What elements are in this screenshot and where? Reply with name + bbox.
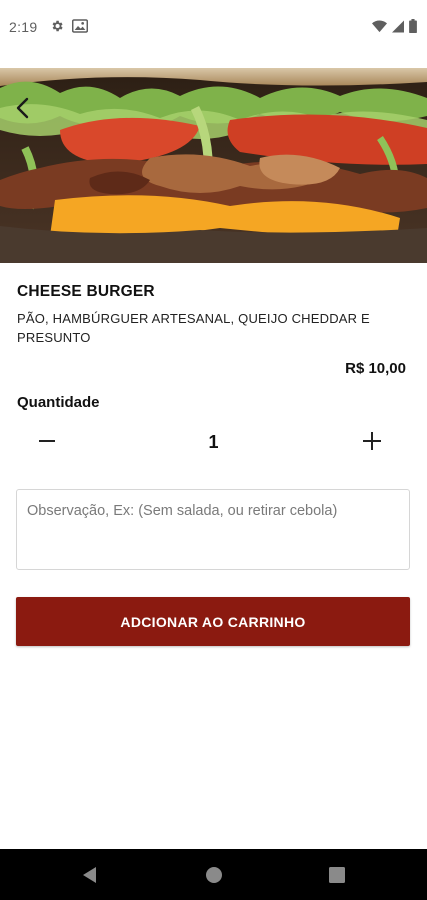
product-description: PÃO, HAMBÚRGUER ARTESANAL, QUEIJO CHEDDA…	[17, 311, 370, 345]
add-to-cart-button[interactable]: ADCIONAR AO CARRINHO	[16, 597, 410, 646]
status-bar: 2:19	[0, 0, 427, 56]
status-system-icons	[372, 19, 417, 38]
wifi-icon	[372, 20, 387, 38]
nav-home-icon[interactable]	[204, 865, 224, 885]
status-notification-icons	[50, 19, 89, 38]
chevron-left-icon	[15, 97, 31, 124]
plus-icon	[362, 431, 382, 456]
system-nav-bar	[0, 849, 427, 900]
back-button[interactable]	[8, 95, 38, 125]
decrement-button[interactable]	[30, 428, 64, 458]
quantity-label: Quantidade	[17, 394, 100, 411]
product-price: R$ 10,00	[345, 360, 406, 377]
cheese-burger-photo	[0, 68, 427, 263]
quantity-stepper: 1	[0, 428, 427, 458]
battery-icon	[409, 19, 417, 38]
image-notification-icon	[71, 19, 89, 38]
product-name: CHEESE BURGER	[17, 283, 155, 300]
cell-signal-icon	[392, 20, 404, 38]
status-time: 2:19	[9, 19, 38, 35]
add-to-cart-label: ADCIONAR AO CARRINHO	[120, 613, 306, 630]
settings-gear-icon	[50, 19, 64, 38]
nav-back-icon[interactable]	[80, 865, 100, 885]
increment-button[interactable]	[355, 428, 389, 458]
observation-field-container	[16, 489, 410, 570]
nav-recents-icon[interactable]	[327, 865, 347, 885]
minus-icon	[38, 432, 56, 455]
observation-field[interactable]	[17, 490, 409, 569]
